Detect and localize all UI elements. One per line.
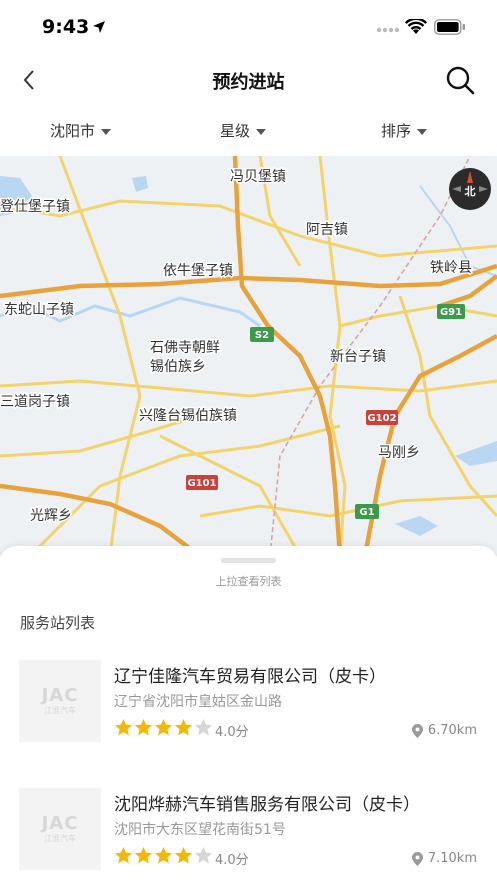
place-label: 依牛堡子镇 [163, 263, 233, 279]
location-arrow-icon [93, 21, 105, 33]
place-label: 东蛇山子镇 [4, 302, 74, 318]
place-label: 三道岗子镇 [0, 394, 70, 410]
filter-city[interactable]: 沈阳市 [50, 120, 112, 141]
location-pin-icon [411, 723, 423, 738]
station-name: 沈阳烨赫汽车销售服务有限公司（皮卡） [114, 795, 420, 815]
star-rating [114, 718, 213, 737]
place-label: 登仕堡子镇 [0, 199, 70, 215]
distance-text: 7.10km [427, 851, 477, 866]
place-label: 阿吉镇 [306, 222, 348, 238]
caret-down-icon [417, 128, 428, 135]
station-score: 4.0分 [215, 725, 249, 740]
map-canvas: S2 G91 G102 G101 G1 冯贝堡镇 登仕堡子镇 阿吉镇 依牛堡子镇… [0, 156, 497, 556]
road-label-s2: S2 [255, 330, 269, 341]
station-address: 辽宁省沈阳市皇姑区金山路 [114, 694, 282, 710]
distance-text: 6.70km [427, 723, 477, 738]
filter-city-label: 沈阳市 [50, 122, 96, 140]
map-view[interactable]: S2 G91 G102 G101 G1 冯贝堡镇 登仕堡子镇 阿吉镇 依牛堡子镇… [0, 156, 497, 556]
place-label: 锡伯族乡 [150, 359, 206, 375]
logo-text: JAC [41, 812, 79, 834]
star-filled-icon [154, 846, 173, 864]
place-label: 新台子镇 [330, 349, 386, 365]
star-empty-icon [194, 718, 213, 736]
star-filled-icon [114, 846, 133, 864]
star-empty-icon [194, 846, 213, 864]
status-bar: 9:43 [0, 0, 497, 56]
page-title: 预约进站 [212, 72, 285, 93]
logo-subtext: 江淮汽车 [44, 705, 76, 715]
logo-subtext: 江淮汽车 [44, 833, 76, 843]
place-label: 铁岭县 [430, 260, 472, 276]
filter-bar: 沈阳市 星级 排序 [0, 108, 497, 154]
place-label: 马刚乡 [378, 445, 420, 461]
caret-down-icon [256, 128, 267, 135]
star-filled-icon [134, 718, 153, 736]
station-distance: 6.70km [411, 723, 477, 738]
station-item[interactable]: JAC 江淮汽车 辽宁佳隆汽车贸易有限公司（皮卡） 辽宁省沈阳市皇姑区金山路 4… [0, 660, 497, 760]
station-list-sheet[interactable]: 上拉查看列表 服务站列表 JAC 江淮汽车 辽宁佳隆汽车贸易有限公司（皮卡） 辽… [0, 546, 497, 883]
caret-down-icon [101, 128, 112, 135]
location-pin-icon [411, 851, 423, 866]
star-filled-icon [134, 846, 153, 864]
star-filled-icon [174, 718, 193, 736]
star-rating [114, 846, 213, 865]
road-label-g91: G91 [440, 307, 462, 318]
station-score: 4.0分 [215, 853, 249, 868]
station-address: 沈阳市大东区望花南街51号 [114, 822, 286, 838]
filter-sort-label: 排序 [381, 122, 412, 140]
signal-dots-icon [376, 27, 400, 33]
road-label-g1: G1 [359, 507, 374, 518]
place-label: 冯贝堡镇 [230, 169, 286, 185]
place-label: 光辉乡 [30, 508, 72, 524]
station-distance: 7.10km [411, 851, 477, 866]
battery-icon [434, 19, 465, 35]
compass-icon[interactable]: 北 [449, 168, 491, 210]
pull-up-hint: 上拉查看列表 [215, 575, 282, 588]
star-filled-icon [114, 718, 133, 736]
station-name: 辽宁佳隆汽车贸易有限公司（皮卡） [114, 667, 386, 687]
road-label-g101: G101 [187, 478, 216, 489]
search-icon[interactable] [444, 64, 476, 96]
star-filled-icon [154, 718, 173, 736]
section-title: 服务站列表 [20, 614, 96, 632]
place-label: 石佛寺朝鲜 [150, 340, 220, 356]
station-logo: JAC 江淮汽车 [19, 660, 101, 742]
filter-rating[interactable]: 星级 [220, 120, 267, 141]
place-label: 兴隆台锡伯族镇 [139, 408, 237, 424]
filter-rating-label: 星级 [220, 122, 251, 140]
logo-text: JAC [41, 684, 79, 706]
status-time: 9:43 [42, 16, 90, 38]
star-filled-icon [174, 846, 193, 864]
drag-handle[interactable] [221, 558, 276, 563]
station-item[interactable]: JAC 江淮汽车 沈阳烨赫汽车销售服务有限公司（皮卡） 沈阳市大东区望花南街51… [0, 788, 497, 883]
filter-sort[interactable]: 排序 [381, 120, 428, 141]
nav-bar: 预约进站 [0, 56, 497, 104]
station-logo: JAC 江淮汽车 [19, 788, 101, 870]
wifi-icon [405, 19, 427, 34]
road-label-g102: G102 [367, 413, 396, 424]
compass-label: 北 [465, 184, 476, 198]
